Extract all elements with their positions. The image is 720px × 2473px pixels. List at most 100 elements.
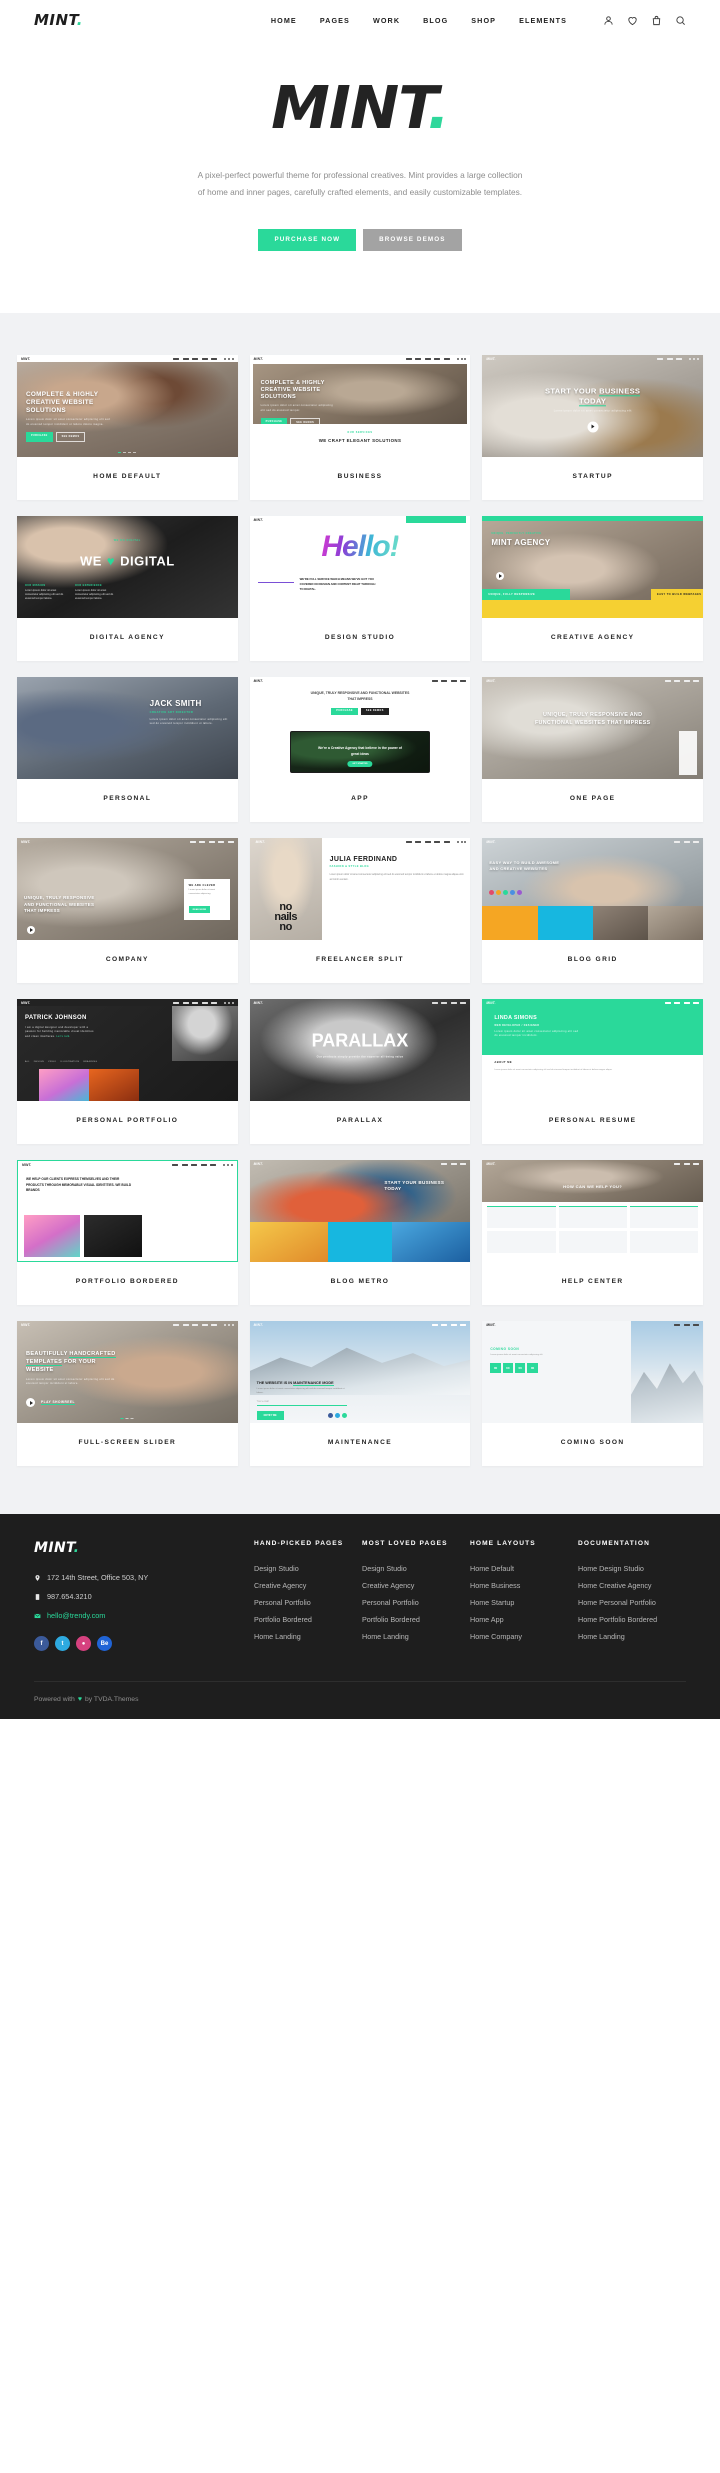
demo-card-help-center[interactable]: MINT. HOW CAN WE HELP YOU? HELP CENTER — [482, 1160, 703, 1306]
demo-card-company[interactable]: MINT. UNIQUE, TRULY RESPONSIVE AND FUNCT… — [17, 838, 238, 984]
footer-link[interactable]: Design Studio — [362, 1564, 470, 1573]
demo-thumbnail[interactable]: MINT. Hello! WE'RE FULL SERVICE WHICH ME… — [249, 516, 471, 619]
demo-thumbnail[interactable]: MINT. THE WEBSITE IS IN MAINTENANCE MODE… — [249, 1321, 471, 1424]
footer-link[interactable]: Home Portfolio Bordered — [578, 1615, 686, 1624]
heart-icon[interactable] — [627, 15, 638, 26]
search-icon[interactable] — [675, 15, 686, 26]
demo-thumbnail[interactable]: JACK SMITH CREATIVE ART DIRECTOR Lorem i… — [17, 677, 238, 780]
demo-thumbnail[interactable]: MINT. WE HELP OUR CLIENTS EXPRESS THEMSE… — [17, 1160, 238, 1263]
demo-thumbnail[interactable]: MINT. UNIQUE, TRULY RESPONSIVE AND FUNCT… — [249, 677, 471, 780]
demo-thumbnail[interactable]: MINT. COMING SOON Lorem ipsum dolor sit … — [482, 1321, 703, 1424]
footer-link[interactable]: Portfolio Bordered — [254, 1615, 362, 1624]
social-dots[interactable] — [327, 1413, 347, 1419]
demo-card-maintenance[interactable]: MINT. THE WEBSITE IS IN MAINTENANCE MODE… — [249, 1321, 471, 1467]
nav-item-work[interactable]: WORK — [373, 16, 400, 25]
footer-link[interactable]: Home App — [470, 1615, 578, 1624]
nav-item-elements[interactable]: ELEMENTS — [519, 16, 567, 25]
demo-thumbnail[interactable]: MINT. UNIQUE, TRULY RESPONSIVE AND FUNCT… — [17, 838, 238, 941]
demo-card-home-default[interactable]: MINT. COMPLETE & HIGHLY CREATIVE WEBSITE… — [17, 355, 238, 501]
demo-thumbnail[interactable]: MINT. EASY WAY TO BUILD AWESOME AND CREA… — [482, 838, 703, 941]
footer-link[interactable]: Creative Agency — [254, 1581, 362, 1590]
dribbble-icon[interactable]: ● — [76, 1636, 91, 1652]
thumb-filters[interactable]: ALL DESIGN VIDEO ILLUSTRATION BRANDING — [25, 1061, 97, 1063]
demo-card-startup[interactable]: MINT. START YOUR BUSINESS TODAY Lorem ip… — [482, 355, 703, 501]
behance-icon[interactable]: Be — [97, 1636, 112, 1652]
demo-thumbnail[interactable]: MINT. COMPLETE & HIGHLY CREATIVE WEBSITE… — [17, 355, 238, 458]
demo-card-coming-soon[interactable]: MINT. COMING SOON Lorem ipsum dolor sit … — [482, 1321, 703, 1467]
footer-link[interactable]: Home Landing — [362, 1632, 470, 1641]
footer-link-list: Design Studio Creative Agency Personal P… — [362, 1564, 470, 1641]
footer-link[interactable]: Home Company — [470, 1632, 578, 1641]
notify-button[interactable]: NOTIFY ME — [256, 1411, 284, 1421]
demo-thumbnail[interactable]: WE DO DIGITAL WE ♥ DIGITAL OUR MISSION L… — [17, 516, 238, 619]
slider-dots[interactable] — [120, 1417, 134, 1420]
play-icon[interactable] — [587, 421, 599, 433]
demo-thumbnail[interactable]: MINT. COMPLETE & HIGHLY CREATIVE WEBSITE… — [249, 355, 471, 458]
demo-card-blog-metro[interactable]: MINT. START YOUR BUSINESS TODAY BLOG MET… — [249, 1160, 471, 1306]
slider-dots[interactable] — [118, 451, 137, 454]
demo-card-app[interactable]: MINT. UNIQUE, TRULY RESPONSIVE AND FUNCT… — [249, 677, 471, 823]
demo-card-design-studio[interactable]: MINT. Hello! WE'RE FULL SERVICE WHICH ME… — [249, 516, 471, 662]
footer-link[interactable]: Home Landing — [578, 1632, 686, 1641]
demo-card-portfolio-bordered[interactable]: MINT. WE HELP OUR CLIENTS EXPRESS THEMSE… — [17, 1160, 238, 1306]
demo-thumbnail[interactable]: MINT. LINDA SIMONS WEB DEVELOPER / DESIG… — [482, 999, 703, 1102]
footer-link[interactable]: Personal Portfolio — [254, 1598, 362, 1607]
footer-link[interactable]: Portfolio Bordered — [362, 1615, 470, 1624]
footer-brand-column: MINT. 172 14th Street, Office 503, NY 98… — [34, 1540, 254, 1652]
demo-card-blog-grid[interactable]: MINT. EASY WAY TO BUILD AWESOME AND CREA… — [482, 838, 703, 984]
demo-card-business[interactable]: MINT. COMPLETE & HIGHLY CREATIVE WEBSITE… — [249, 355, 471, 501]
nav-item-home[interactable]: HOME — [271, 16, 297, 25]
demo-thumbnail[interactable]: MINT. BEAUTIFULLY HANDCRAFTED TEMPLATES … — [17, 1321, 238, 1424]
browse-demos-button[interactable]: BROWSE DEMOS — [363, 229, 462, 252]
nav-item-blog[interactable]: BLOG — [423, 16, 448, 25]
footer-link[interactable]: Home Landing — [254, 1632, 362, 1641]
mini-icons — [224, 1001, 234, 1004]
footer-logo[interactable]: MINT. — [34, 1540, 254, 1556]
demo-card-freelancer-split[interactable]: no nails no MINT. JULIA FERDINAND FASHION … — [249, 838, 471, 984]
mini-icons — [224, 357, 234, 360]
contact-email[interactable]: hello@trendy.com — [34, 1611, 254, 1620]
demo-card-personal[interactable]: JACK SMITH CREATIVE ART DIRECTOR Lorem i… — [17, 677, 238, 823]
mini-browser-bar: MINT. — [482, 838, 703, 845]
footer-link[interactable]: Home Personal Portfolio — [578, 1598, 686, 1607]
nav-item-pages[interactable]: PAGES — [320, 16, 350, 25]
bag-icon[interactable] — [651, 15, 662, 26]
mini-browser-bar: MINT. — [249, 677, 471, 685]
footer-link[interactable]: Home Startup — [470, 1598, 578, 1607]
demo-card-full-screen-slider[interactable]: MINT. BEAUTIFULLY HANDCRAFTED TEMPLATES … — [17, 1321, 238, 1467]
demo-thumbnail[interactable]: MINT. HOW CAN WE HELP YOU? — [482, 1160, 703, 1263]
demo-thumbnail[interactable]: MINT. UNIQUE, TRULY RESPONSIVE AND FUNCT… — [482, 677, 703, 780]
demo-thumbnail[interactable]: MINT. PARALLAX Our products simply provi… — [249, 999, 471, 1102]
demo-thumbnail[interactable]: MINT. PATRICK JOHNSON I am a digital des… — [17, 999, 238, 1102]
footer-column-title: HAND-PICKED PAGES — [254, 1540, 344, 1548]
footer-link[interactable]: Creative Agency — [362, 1581, 470, 1590]
address-text: 172 14th Street, Office 503, NY — [47, 1573, 149, 1583]
facebook-icon[interactable]: f — [34, 1636, 49, 1652]
thumb-card-title: WE ARE CLEVER — [188, 884, 216, 888]
twitter-icon[interactable]: t — [55, 1636, 70, 1652]
purchase-now-button[interactable]: PURCHASE NOW — [258, 229, 357, 252]
demo-thumbnail[interactable]: no nails no MINT. JULIA FERDINAND FASHION … — [249, 838, 471, 941]
site-logo[interactable]: MINT. — [34, 11, 83, 29]
nav-item-shop[interactable]: SHOP — [471, 16, 496, 25]
demo-thumbnail[interactable]: UNIQUE, PERFECTLY CREATIVE MINT AGENCY U… — [482, 516, 703, 619]
demo-card-parallax[interactable]: MINT. PARALLAX Our products simply provi… — [249, 999, 471, 1145]
footer-link[interactable]: Home Design Studio — [578, 1564, 686, 1573]
demo-card-personal-resume[interactable]: MINT. LINDA SIMONS WEB DEVELOPER / DESIG… — [482, 999, 703, 1145]
footer-link[interactable]: Home Default — [470, 1564, 578, 1573]
footer-link[interactable]: Home Creative Agency — [578, 1581, 686, 1590]
footer-link[interactable]: Home Business — [470, 1581, 578, 1590]
email-input[interactable]: Your e-mail — [256, 1400, 347, 1407]
demo-card-one-page[interactable]: MINT. UNIQUE, TRULY RESPONSIVE AND FUNCT… — [482, 677, 703, 823]
demo-card-creative-agency[interactable]: UNIQUE, PERFECTLY CREATIVE MINT AGENCY U… — [482, 516, 703, 662]
thumb-overlay: JACK SMITH CREATIVE ART DIRECTOR Lorem i… — [150, 699, 228, 726]
footer-link[interactable]: Personal Portfolio — [362, 1598, 470, 1607]
thumb-kicker: FASHION & STYLE BLOG — [329, 865, 370, 869]
demo-card-personal-portfolio[interactable]: MINT. PATRICK JOHNSON I am a digital des… — [17, 999, 238, 1145]
footer-link[interactable]: Design Studio — [254, 1564, 362, 1573]
user-icon[interactable] — [603, 15, 614, 26]
demo-thumbnail[interactable]: MINT. START YOUR BUSINESS TODAY Lorem ip… — [482, 355, 703, 458]
demo-thumbnail[interactable]: MINT. START YOUR BUSINESS TODAY — [249, 1160, 471, 1263]
demo-card-digital-agency[interactable]: WE DO DIGITAL WE ♥ DIGITAL OUR MISSION L… — [17, 516, 238, 662]
play-showreel-label[interactable]: PLAY SHOWREEL — [41, 1400, 75, 1406]
